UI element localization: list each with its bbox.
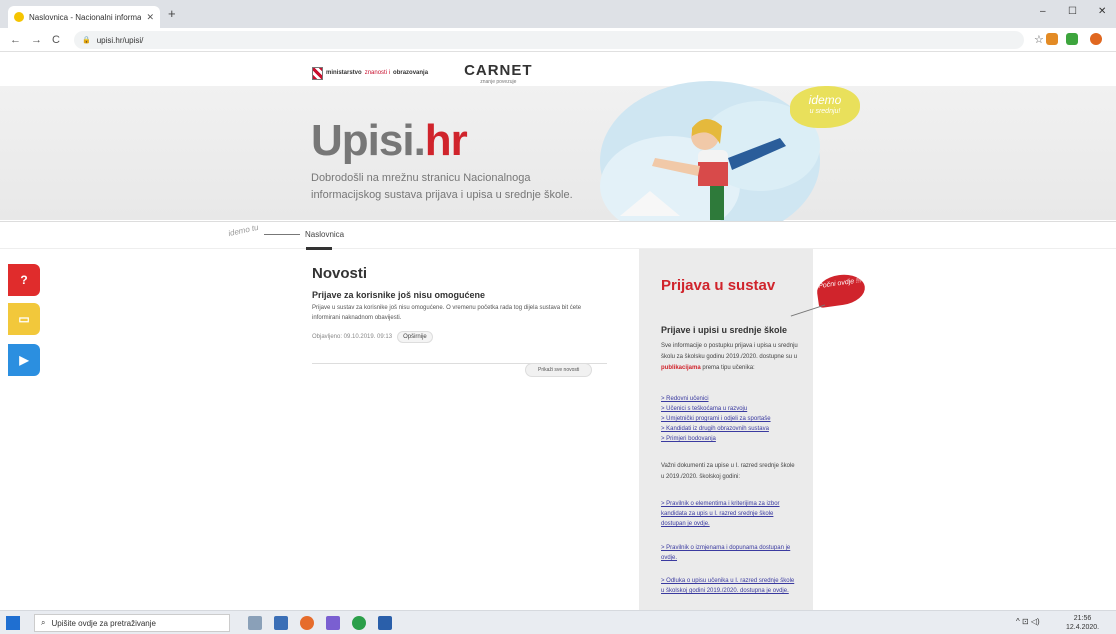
system-tray[interactable]: ^ ⊡ ◁): [1016, 617, 1040, 626]
doc-link-odluka[interactable]: > Odluka o upisu učenika u I. razred sre…: [661, 576, 796, 596]
task-view-icon[interactable]: [248, 616, 262, 630]
ticket-button[interactable]: ▭: [8, 303, 40, 335]
link-other-systems[interactable]: > Kandidati iz drugih obrazovnih sustava: [661, 424, 771, 434]
read-more-button[interactable]: Opširnije: [397, 331, 433, 343]
file-explorer-icon[interactable]: [274, 616, 288, 630]
breadcrumb-scribble: idemo tu: [227, 222, 260, 239]
hero-subtitle: Dobrodošli na mrežnu stranicu Nacionalno…: [311, 172, 573, 201]
tab-close-icon[interactable]: ✕: [146, 12, 154, 23]
header-logos: ministarstvo znanosti i obrazovanja CARNET…: [312, 59, 533, 87]
idemo-badge: idemo u srednju!: [790, 86, 860, 128]
doc-link-izmjene[interactable]: > Pravilnik o izmjenama i dopunama dostu…: [661, 543, 796, 563]
forward-button[interactable]: →: [31, 34, 42, 46]
extension-icon[interactable]: [1046, 33, 1058, 45]
firefox-icon[interactable]: [300, 616, 314, 630]
profile-avatar[interactable]: [1090, 33, 1102, 45]
bookmark-star-icon[interactable]: ☆: [1034, 33, 1044, 46]
all-news-button[interactable]: Prikaži sve novosti: [525, 363, 593, 377]
play-icon: ▶: [19, 353, 29, 367]
browser-tab-bar: Naslovnica - Nacionalni informa ✕ + – ☐ …: [0, 0, 1116, 28]
reload-button[interactable]: C: [52, 34, 60, 46]
browser-tab[interactable]: Naslovnica - Nacionalni informa ✕: [8, 6, 160, 28]
panel-heading: Prijava u sustav: [661, 277, 776, 294]
student-type-links: > Redovni učenici > Učenici s teškoćama …: [661, 394, 771, 444]
taskbar-clock[interactable]: 21:56 12.4.2020.: [1066, 614, 1099, 632]
windows-taskbar: ⌕ Upišite ovdje za pretraživanje ^ ⊡ ◁) …: [0, 610, 1116, 634]
question-icon: ?: [20, 273, 28, 287]
breadcrumb-bar: idemo tu Naslovnica: [0, 221, 1116, 250]
help-button[interactable]: ?: [8, 264, 40, 296]
news-meta: Objavljeno: 09.10.2019. 09:13 Opširnije: [312, 331, 607, 343]
published-date: Objavljeno: 09.10.2019. 09:13: [312, 334, 393, 340]
url-text: upisi.hr/upisi/: [96, 35, 144, 45]
extension-icon[interactable]: [1066, 33, 1078, 45]
news-item-text: Prijave u sustav za korisnike još nisu o…: [312, 305, 582, 321]
start-here-badge: Počni ovdje !!!: [815, 271, 867, 309]
web-page: ministarstvo znanosti i obrazovanja CARNET…: [0, 53, 1116, 610]
address-bar-row: ← → C 🔒 upisi.hr/upisi/ ☆: [0, 28, 1116, 52]
doc-link-pravilnik[interactable]: > Pravilnik o elementima i kriterijima z…: [661, 499, 796, 529]
app-icon[interactable]: [326, 616, 340, 630]
ministry-logo[interactable]: ministarstvo znanosti i obrazovanja: [312, 66, 428, 80]
video-button[interactable]: ▶: [8, 344, 40, 376]
carnet-logo[interactable]: CARNET znanje povezuje: [464, 62, 533, 85]
back-button[interactable]: ←: [10, 34, 21, 46]
close-window-button[interactable]: ✕: [1098, 6, 1106, 17]
panel-subheading: Prijave i upisi u srednje škole: [661, 325, 788, 335]
publications-link[interactable]: publikacijama: [661, 365, 701, 371]
breadcrumb-current[interactable]: Naslovnica: [305, 230, 344, 239]
lock-icon: 🔒: [82, 37, 91, 44]
taskbar-search-input[interactable]: ⌕ Upišite ovdje za pretraživanje: [34, 614, 230, 632]
news-section: Novosti Prijave za korisnike još nisu om…: [312, 265, 607, 377]
coat-of-arms-icon: [312, 66, 323, 80]
word-icon[interactable]: [378, 616, 392, 630]
breadcrumb-underline: [306, 247, 332, 250]
windows-start-icon[interactable]: [6, 616, 20, 630]
link-students-disabilities[interactable]: > Učenici s teškoćama u razvoju: [661, 404, 771, 414]
favicon-icon: [14, 12, 24, 22]
news-item-title[interactable]: Prijave za korisnike još nisu omogućene: [312, 290, 607, 300]
documents-text: Važni dokumenti za upise u I. razred sre…: [661, 463, 795, 480]
login-panel: Prijava u sustav Prijave i upisi u sredn…: [639, 249, 813, 610]
url-input[interactable]: 🔒 upisi.hr/upisi/: [74, 31, 1024, 49]
new-tab-button[interactable]: +: [168, 6, 176, 21]
link-regular-students[interactable]: > Redovni učenici: [661, 394, 771, 404]
hero-banner: Upisi.hr Dobrodošli na mrežnu stranicu N…: [0, 81, 1116, 241]
panel-intro: Sve informacije o postupku prijava i upi…: [661, 343, 798, 371]
tab-title: Naslovnica - Nacionalni informa: [29, 12, 142, 22]
search-icon: ⌕: [41, 618, 46, 627]
link-art-sports[interactable]: > Umjetnički programi i odjeli za sporta…: [661, 414, 771, 424]
site-title: Upisi.hr: [311, 116, 468, 165]
maximize-button[interactable]: ☐: [1068, 6, 1077, 17]
news-heading: Novosti: [312, 265, 368, 282]
link-scoring-examples[interactable]: > Primjeri bodovanja: [661, 434, 771, 444]
arrow-decoration: [264, 234, 300, 235]
minimize-button[interactable]: –: [1040, 6, 1046, 17]
chrome-icon[interactable]: [352, 616, 366, 630]
ticket-icon: ▭: [18, 312, 30, 326]
